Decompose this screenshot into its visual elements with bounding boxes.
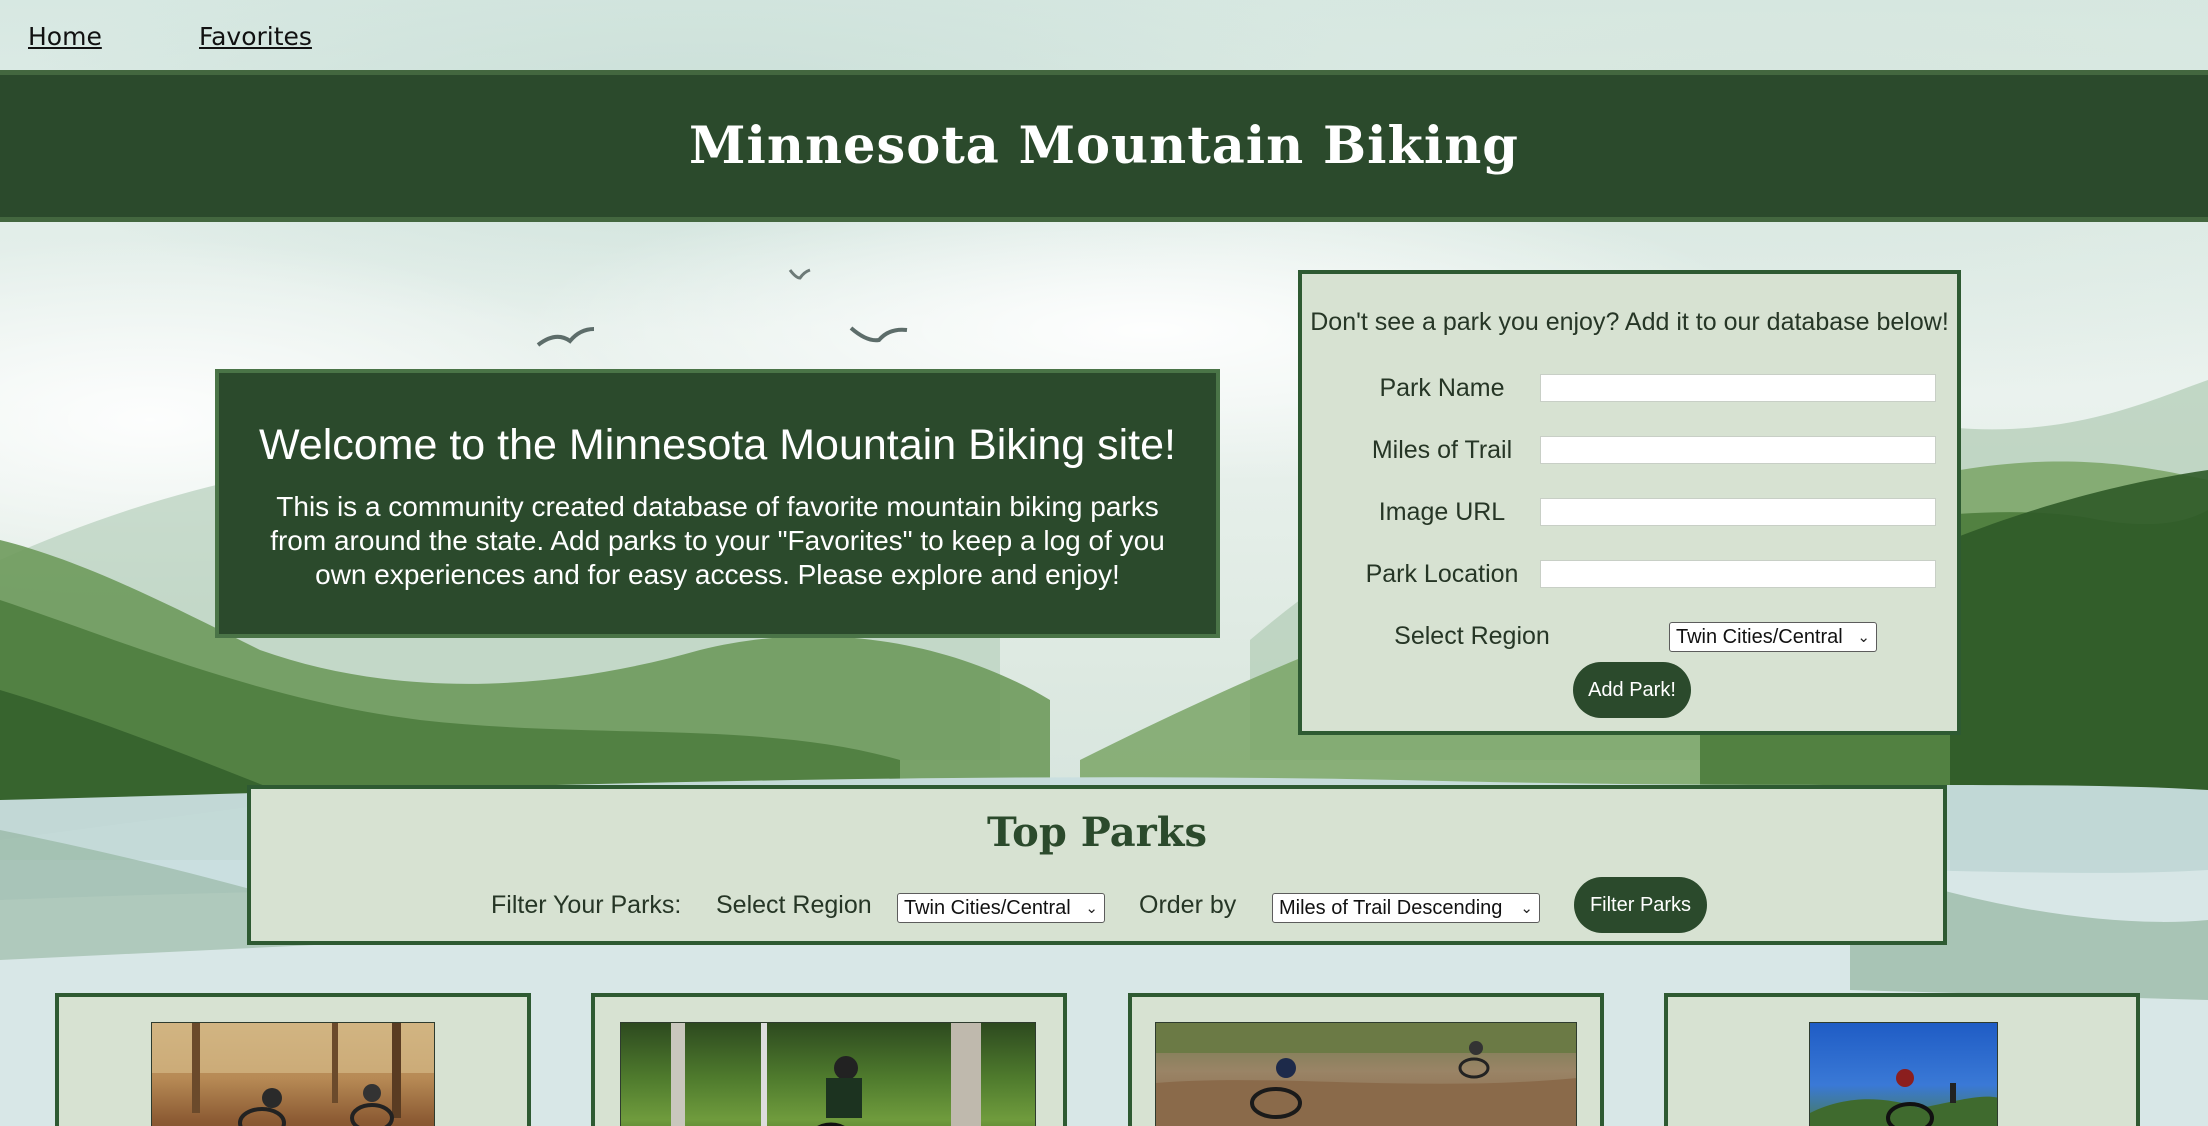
select-region-row: Select Region Twin Cities/Central ⌄: [1302, 616, 1957, 656]
park-card[interactable]: [1128, 993, 1604, 1126]
filter-region-value: Twin Cities/Central: [904, 896, 1071, 919]
park-photo[interactable]: [1809, 1022, 1998, 1126]
miles-of-trail-row: Miles of Trail: [1302, 430, 1957, 470]
image-url-label: Image URL: [1378, 498, 1506, 526]
region-select-value: Twin Cities/Central: [1676, 625, 1843, 648]
park-name-label: Park Name: [1379, 374, 1505, 402]
order-by-value: Miles of Trail Descending: [1279, 896, 1503, 919]
site-banner: Minnesota Mountain Biking: [0, 70, 2208, 222]
miles-of-trail-input[interactable]: [1540, 436, 1936, 464]
select-region-label: Select Region: [1394, 622, 1550, 650]
filter-parks-button[interactable]: Filter Parks: [1574, 877, 1707, 933]
top-parks-panel: Top Parks Filter Your Parks: Select Regi…: [247, 785, 1947, 945]
park-card[interactable]: [55, 993, 531, 1126]
add-park-intro: Don't see a park you enjoy? Add it to ou…: [1310, 308, 1949, 336]
chevron-down-icon: ⌄: [1085, 900, 1098, 917]
bird-icon: [788, 268, 811, 280]
bird-icon: [849, 326, 908, 343]
region-select[interactable]: Twin Cities/Central ⌄: [1669, 622, 1877, 652]
chevron-down-icon: ⌄: [1857, 629, 1870, 646]
order-by-select[interactable]: Miles of Trail Descending ⌄: [1272, 893, 1540, 923]
miles-of-trail-label: Miles of Trail: [1371, 436, 1513, 464]
welcome-panel: Welcome to the Minnesota Mountain Biking…: [215, 369, 1220, 638]
chevron-down-icon: ⌄: [1520, 900, 1533, 917]
image-url-input[interactable]: [1540, 498, 1936, 526]
park-card[interactable]: [591, 993, 1067, 1126]
nav-link-favorites[interactable]: Favorites: [199, 22, 312, 51]
filter-parks-label: Filter Your Parks:: [491, 891, 682, 919]
park-location-label: Park Location: [1365, 560, 1519, 588]
welcome-heading: Welcome to the Minnesota Mountain Biking…: [258, 421, 1176, 469]
park-name-input[interactable]: [1540, 374, 1936, 402]
park-location-row: Park Location: [1302, 554, 1957, 594]
park-name-row: Park Name: [1302, 368, 1957, 408]
bird-icon: [536, 327, 595, 347]
park-location-input[interactable]: [1540, 560, 1936, 588]
park-photo[interactable]: [151, 1022, 435, 1126]
add-park-button[interactable]: Add Park!: [1573, 662, 1691, 718]
welcome-description: This is a community created database of …: [270, 491, 1165, 590]
image-url-row: Image URL: [1302, 492, 1957, 532]
park-photo[interactable]: [1155, 1022, 1577, 1126]
park-photo[interactable]: [620, 1022, 1036, 1126]
order-by-label: Order by: [1139, 891, 1237, 919]
filter-region-label: Select Region: [716, 891, 872, 919]
top-parks-heading: Top Parks: [987, 809, 1207, 856]
nav-link-home[interactable]: Home: [28, 22, 102, 51]
park-card[interactable]: [1664, 993, 2140, 1126]
site-title: Minnesota Mountain Biking: [689, 116, 1519, 176]
filter-region-select[interactable]: Twin Cities/Central ⌄: [897, 893, 1105, 923]
add-park-form: Don't see a park you enjoy? Add it to ou…: [1298, 270, 1961, 735]
top-navigation: Home Favorites: [0, 0, 2208, 70]
